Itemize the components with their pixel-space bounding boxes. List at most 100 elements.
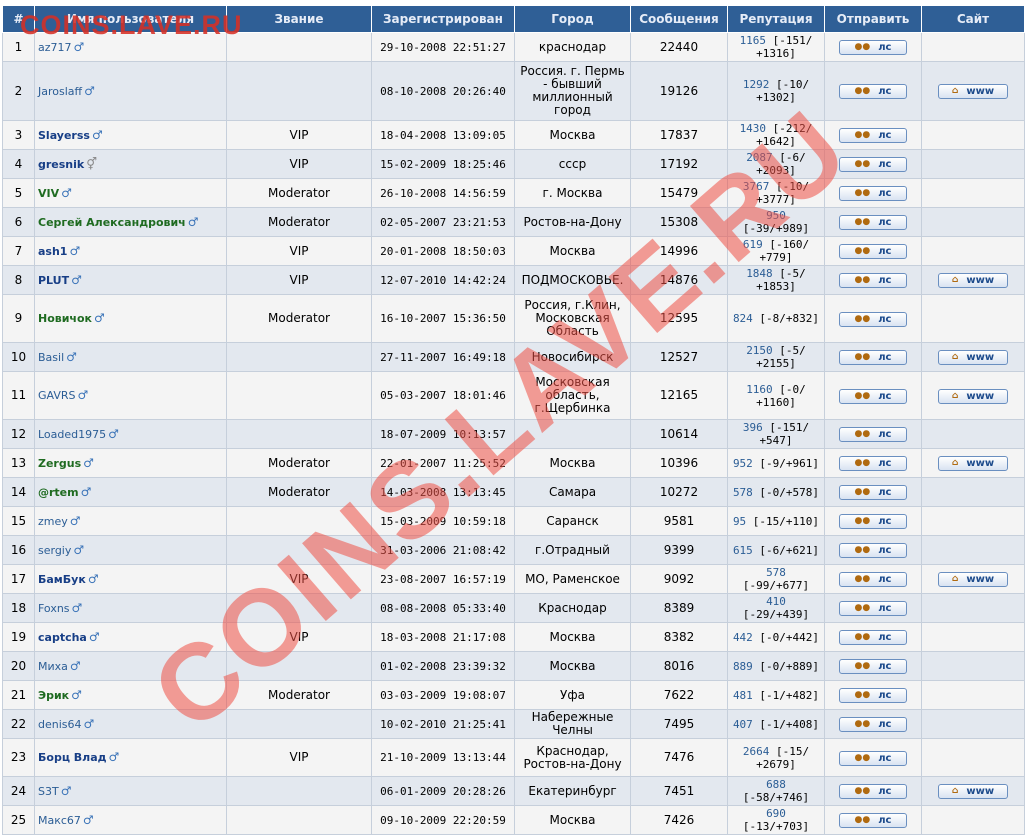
home-icon: ⌂ [951,574,959,584]
user-rank [226,32,372,62]
username-link[interactable]: VIV [38,187,59,200]
private-message-button[interactable]: ●● лс [839,813,907,828]
username-link[interactable]: Сергей Александрович [38,216,186,229]
reputation-link[interactable]: 688 [766,778,786,791]
col-header-city[interactable]: Город [514,5,631,33]
website-button[interactable]: ⌂ www [938,388,1008,404]
username-link[interactable]: GAVRS [38,389,76,402]
user-city: Набережные Челны [514,709,631,739]
private-message-button[interactable]: ●● лс [839,456,907,471]
col-header-reputation[interactable]: Репутация [727,5,825,33]
reputation-link[interactable]: 952 [733,457,753,470]
reputation-link[interactable]: 1292 [743,78,770,91]
private-message-button[interactable]: ●● лс [839,572,907,587]
private-message-button[interactable]: ●● лс [839,84,907,99]
username-link[interactable]: captcha [38,631,87,644]
username-link[interactable]: БамБук [38,573,86,586]
reputation-link[interactable]: 889 [733,660,753,673]
pm-button-label: лс [878,545,892,556]
reputation-link[interactable]: 410 [766,595,786,608]
www-button-label: www [966,390,995,402]
username-link[interactable]: Slayerss [38,129,90,142]
username-link[interactable]: Foxns [38,602,70,615]
private-message-button[interactable]: ●● лс [839,273,907,288]
username-link[interactable]: PLUT [38,274,69,287]
private-message-button[interactable]: ●● лс [839,514,907,529]
username-link[interactable]: denis64 [38,718,82,731]
username-cell: Новичок ♂ [34,294,227,343]
registration-date: 08-10-2008 20:26:40 [371,61,515,121]
website-button[interactable]: ⌂ www [938,273,1008,288]
private-message-button[interactable]: ●● лс [839,601,907,616]
private-message-button[interactable]: ●● лс [839,543,907,558]
username-link[interactable]: az717 [38,41,72,54]
username-link[interactable]: ash1 [38,245,67,258]
users-icon: ●● [854,390,871,401]
reputation-link[interactable]: 407 [733,718,753,731]
username-link[interactable]: Zergus [38,457,81,470]
username-link[interactable]: Макс67 [38,814,81,827]
private-message-button[interactable]: ●● лс [839,40,907,55]
reputation-link[interactable]: 1160 [746,383,773,396]
private-message-button[interactable]: ●● лс [839,388,907,404]
row-number: 12 [2,419,35,449]
username-link[interactable]: Jaroslaff [38,85,82,98]
private-message-button[interactable]: ●● лс [839,485,907,500]
row-number: 5 [2,178,35,208]
private-message-button[interactable]: ●● лс [839,350,907,365]
reputation-link[interactable]: 95 [733,515,746,528]
username-link[interactable]: sergiy [38,544,71,557]
website-button[interactable]: ⌂ www [938,456,1008,471]
username-link[interactable]: Борц Влад [38,751,107,764]
reputation-link[interactable]: 690 [766,807,786,820]
username-link[interactable]: Loaded1975 [38,428,106,441]
male-gender-icon: ♂ [71,600,83,615]
website-button[interactable]: ⌂ www [938,784,1008,799]
reputation-link[interactable]: 396 [743,421,763,434]
username-link[interactable]: S3T [38,785,59,798]
private-message-button[interactable]: ●● лс [839,717,907,732]
reputation-link[interactable]: 578 [733,486,753,499]
private-message-button[interactable]: ●● лс [839,630,907,645]
username-link[interactable]: Basil [38,351,64,364]
username-link[interactable]: gresnik [38,158,84,171]
private-message-button[interactable]: ●● лс [839,750,907,766]
username-link[interactable]: Новичок [38,312,92,325]
private-message-button[interactable]: ●● лс [839,659,907,674]
reputation-link[interactable]: 615 [733,544,753,557]
col-header-registered[interactable]: Зарегистрирован [371,5,515,33]
col-header-rank[interactable]: Звание [226,5,372,33]
website-button[interactable]: ⌂ www [938,350,1008,365]
username-link[interactable]: Миха [38,660,68,673]
male-gender-icon: ♂ [88,629,100,644]
private-message-button[interactable]: ●● лс [839,128,907,143]
reputation-link[interactable]: 1165 [740,34,767,47]
website-button[interactable]: ⌂ www [938,84,1008,99]
reputation-link[interactable]: 481 [733,689,753,702]
private-message-button[interactable]: ●● лс [839,784,907,799]
reputation-link[interactable]: 2150 [746,344,773,357]
private-message-button[interactable]: ●● лс [839,427,907,442]
table-row: 24 S3T ♂ 06-01-2009 20:28:26 Екатеринбург 745… [2,776,1025,806]
send-cell: ●● лс [824,294,922,343]
username-link[interactable]: @rtem [38,486,79,499]
user-city: Ростов-на-Дону [514,207,631,237]
users-icon: ●● [854,130,871,140]
username-link[interactable]: zmey [38,515,68,528]
row-number: 14 [2,477,35,507]
reputation-link[interactable]: 2664 [743,745,770,758]
reputation-breakdown: [-6/+621] [752,543,820,557]
col-header-posts[interactable]: Сообщения [630,5,728,33]
reputation-link[interactable]: 578 [766,566,786,579]
registration-date: 09-10-2009 22:20:59 [371,805,515,835]
private-message-button[interactable]: ●● лс [839,244,907,259]
website-cell [921,236,1025,266]
reputation-link[interactable]: 824 [733,312,753,325]
website-button[interactable]: ⌂ www [938,572,1008,587]
private-message-button[interactable]: ●● лс [839,311,907,327]
private-message-button[interactable]: ●● лс [839,688,907,703]
private-message-button[interactable]: ●● лс [839,215,907,230]
reputation-link[interactable]: 442 [733,631,753,644]
username-link[interactable]: Эрик [38,689,69,702]
user-city: Москва [514,805,631,835]
